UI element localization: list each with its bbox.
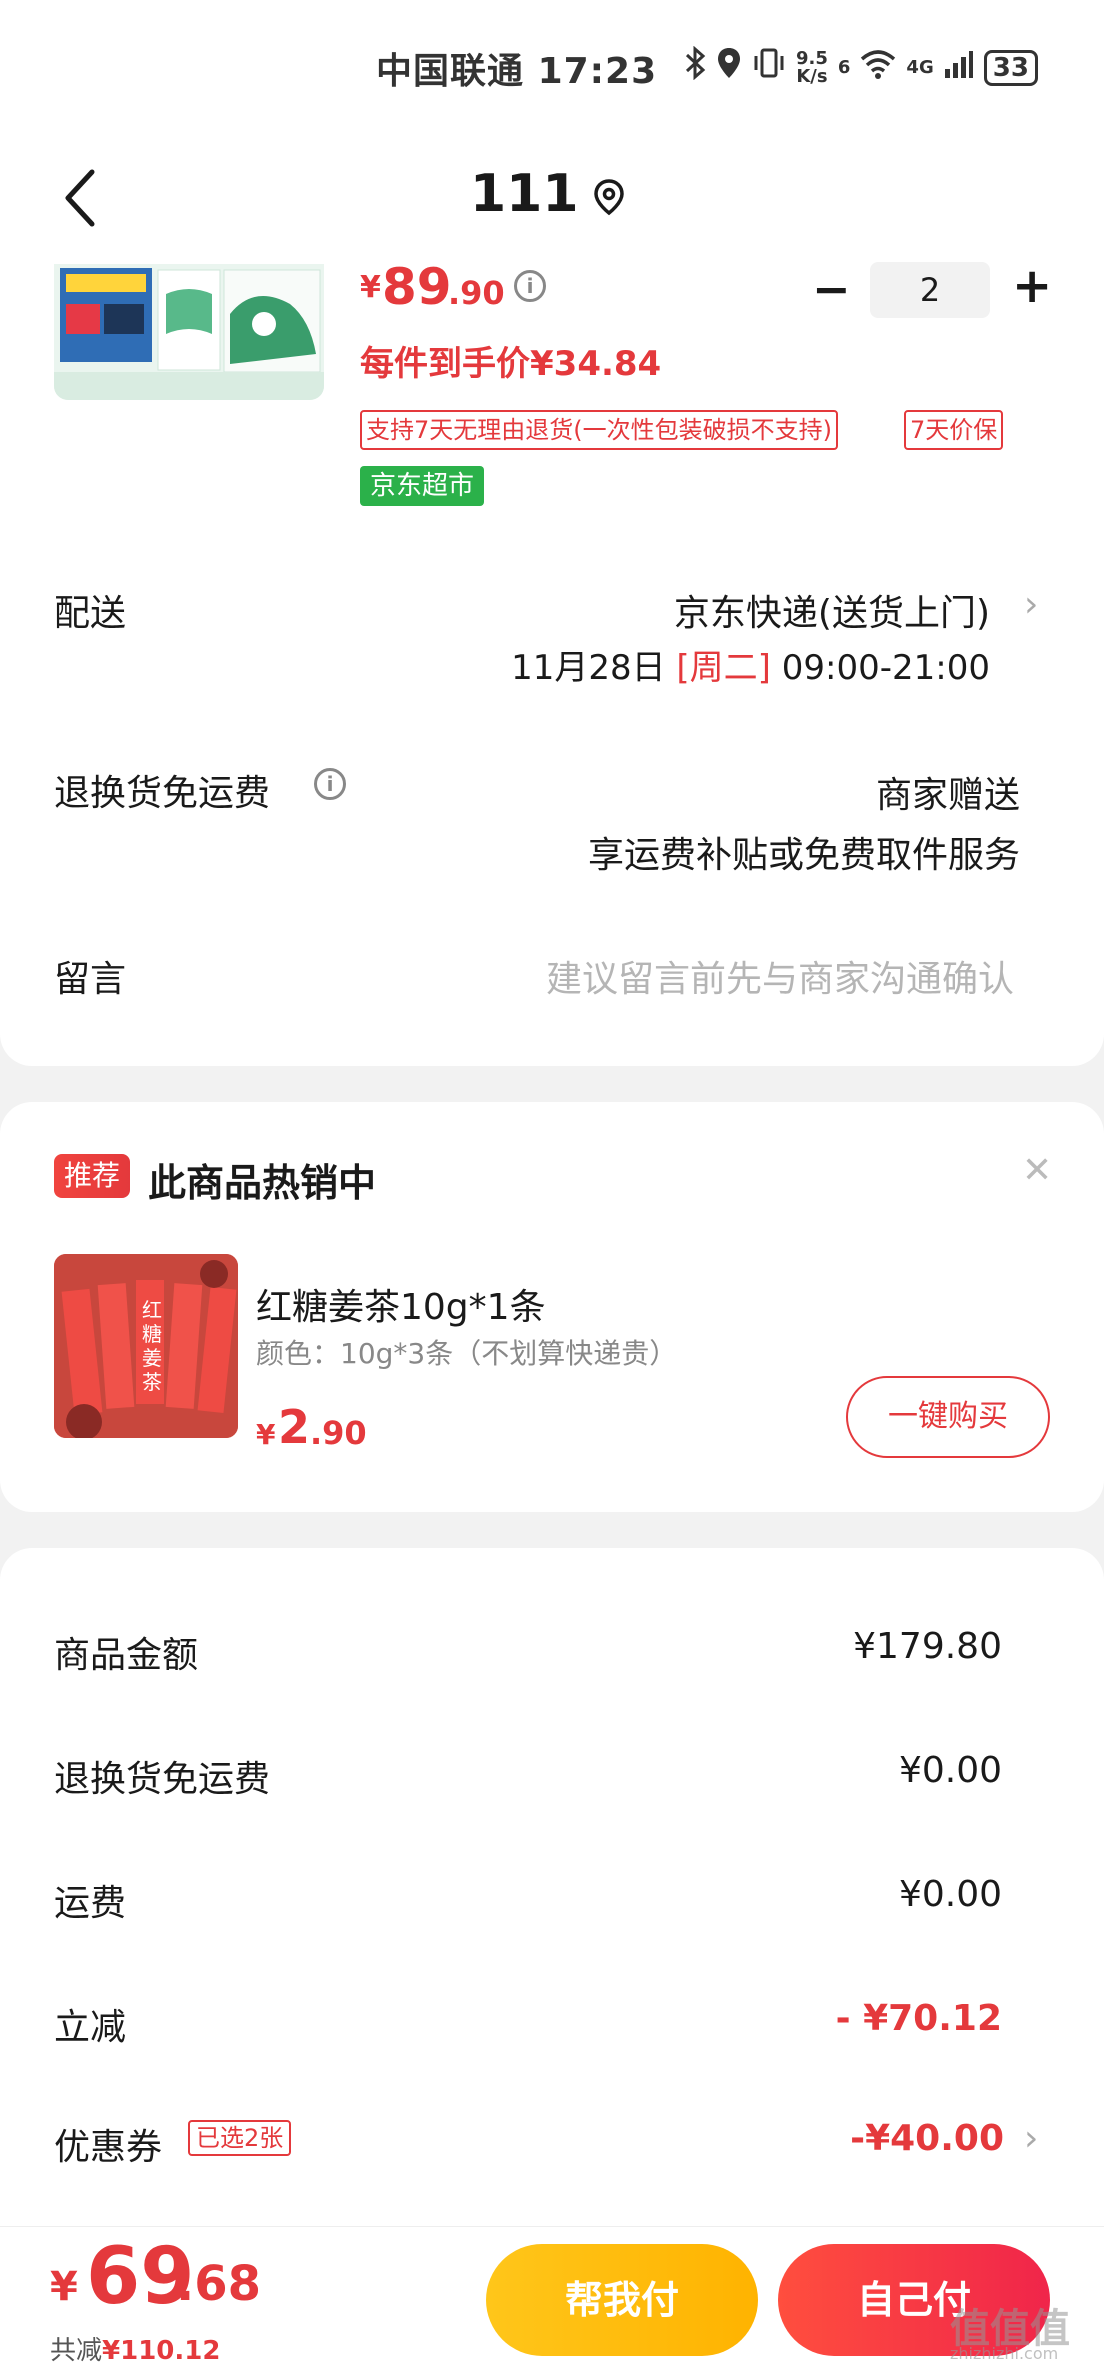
goods-amount-value: ¥179.80 — [853, 1626, 1002, 1667]
recommend-product-image[interactable]: 红糖姜茶 — [54, 1254, 238, 1438]
discount-label: 立减 — [54, 2007, 127, 2048]
message-input[interactable]: 建议留言前先与商家沟通确认 — [460, 950, 1014, 1002]
delivery-window: 09:00-21:00 — [781, 648, 990, 688]
clock-time: 17:23 — [537, 51, 658, 92]
page-title[interactable]: 111 — [470, 164, 579, 224]
signal-icon — [944, 48, 974, 88]
return-shipping-info-icon[interactable]: i — [314, 768, 346, 800]
recommend-image-label: 红糖姜茶 — [142, 1298, 162, 1394]
return-policy-tag: 支持7天无理由退货(一次性包装破损不支持) — [360, 410, 838, 450]
coupon-chevron-right-icon[interactable]: › — [1024, 2118, 1038, 2159]
quantity-input[interactable]: 2 — [870, 262, 990, 318]
return-shipping-value-1: 商家赠送 — [875, 775, 1020, 816]
close-icon[interactable]: ✕ — [1022, 1150, 1052, 1191]
chevron-right-icon[interactable]: › — [1024, 584, 1038, 625]
watermark-url: zhizhizhi.com — [950, 2344, 1059, 2363]
bluetooth-icon — [684, 45, 706, 89]
quantity-minus-button[interactable]: − — [812, 262, 851, 316]
recommend-product-spec: 颜色：10g*3条（不划算快递贵） — [256, 1337, 678, 1370]
price-currency: ¥ — [360, 270, 381, 305]
return-shipping-label: 退换货免运费 — [54, 773, 271, 814]
status-carrier-time: 中国联通 17:23 — [376, 42, 657, 94]
carrier-name: 中国联通 — [376, 51, 525, 92]
price-protect-tag: 7天价保 — [904, 410, 1004, 450]
shipping-label: 运费 — [54, 1883, 127, 1924]
battery-indicator: 33 — [983, 49, 1038, 86]
shipping-value: ¥0.00 — [898, 1874, 1002, 1915]
goods-amount-label: 商品金额 — [54, 1635, 199, 1676]
message-label: 留言 — [54, 959, 127, 1000]
recommend-badge: 推荐 — [54, 1154, 131, 1198]
help-me-pay-button[interactable]: 帮我付 — [486, 2244, 758, 2356]
speed-value: 9.5 — [796, 47, 828, 69]
coupon-label: 优惠券 — [54, 2127, 163, 2168]
price-info-icon[interactable]: i — [514, 270, 546, 302]
unit-price-label: 每件到手价¥34.84 — [360, 344, 662, 384]
location-pin-icon[interactable] — [592, 178, 626, 216]
quantity-plus-button[interactable]: + — [1012, 258, 1052, 314]
speed-unit: K/s — [796, 65, 828, 87]
total-decimal: .68 — [176, 2256, 262, 2312]
saved-prefix: 共减 — [50, 2336, 103, 2366]
delivery-label: 配送 — [54, 593, 127, 634]
delivery-weekday: [周二] — [676, 648, 771, 688]
one-click-buy-button[interactable]: 一键购买 — [846, 1376, 1050, 1458]
store-tag: 京东超市 — [360, 466, 485, 506]
recommend-product-name[interactable]: 红糖姜茶10g*1条 — [256, 1278, 546, 1330]
price-decimal: .90 — [448, 274, 505, 312]
total-currency: ¥ — [50, 2264, 78, 2310]
coupon-value[interactable]: -¥40.00 — [700, 2118, 1004, 2159]
location-status-icon — [716, 46, 742, 89]
total-saved: 共减¥110.12 — [50, 2330, 220, 2367]
return-fee-value: ¥0.00 — [898, 1750, 1002, 1791]
recommend-price-integer: 2 — [278, 1400, 311, 1454]
price-integer: 89 — [382, 258, 452, 316]
return-shipping-value-2: 享运费补贴或免费取件服务 — [587, 835, 1020, 876]
saved-value: ¥110.12 — [102, 2336, 221, 2366]
network-speed: 9.5 K/s — [796, 47, 828, 87]
product-image[interactable] — [54, 264, 324, 400]
return-fee-label: 退换货免运费 — [54, 1759, 271, 1800]
network-6-label: 6 — [837, 57, 851, 78]
status-icons: 9.5 K/s 6 4G 33 — [684, 45, 1038, 89]
wifi-icon — [860, 48, 896, 88]
discount-value: - ¥70.12 — [835, 1998, 1002, 2039]
coupon-selected-tag[interactable]: 已选2张 — [188, 2120, 292, 2156]
delivery-date: 11月28日 — [511, 648, 666, 688]
back-arrow-icon[interactable] — [60, 168, 104, 228]
delivery-time[interactable]: 11月28日 [周二] 09:00-21:00 — [440, 640, 990, 689]
vibrate-icon — [752, 46, 786, 89]
recommend-price-currency: ¥ — [256, 1418, 276, 1451]
recommend-title: 此商品热销中 — [148, 1161, 377, 1205]
network-4g-label: 4G — [906, 57, 934, 78]
recommend-price-decimal: .90 — [310, 1414, 367, 1452]
delivery-method[interactable]: 京东快递(送货上门) — [580, 584, 990, 636]
